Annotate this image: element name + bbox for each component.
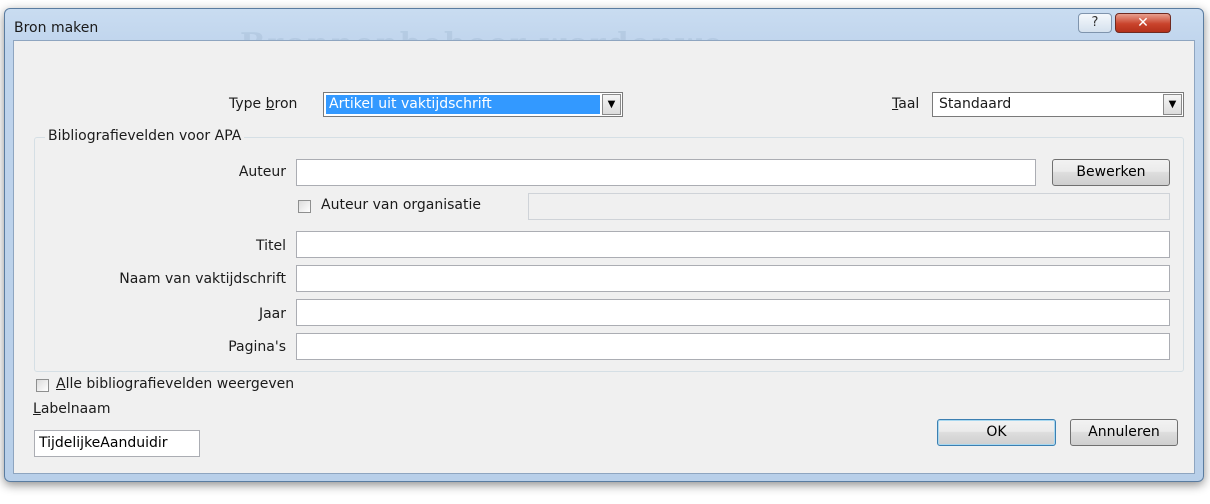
- labelnaam-label: Labelnaam: [33, 401, 111, 417]
- type-bron-select[interactable]: Artikel uit vaktijdschrift ▼: [323, 92, 623, 117]
- dialog-window: Bronnenbeheer wordenwe Bron maken ? ✕ Ty…: [4, 8, 1204, 482]
- auteur-label: Auteur: [238, 164, 286, 180]
- dialog-body: Type bron Artikel uit vaktijdschrift ▼ T…: [13, 40, 1195, 474]
- help-icon: ?: [1091, 15, 1099, 30]
- show-all-fields-checkbox[interactable]: [36, 379, 49, 392]
- taal-label: Taal: [892, 96, 920, 112]
- group-legend: Bibliografievelden voor APA: [45, 128, 245, 144]
- jaar-label: Jaar: [258, 306, 286, 322]
- close-icon: ✕: [1137, 15, 1149, 31]
- chevron-down-icon[interactable]: ▼: [1163, 94, 1182, 115]
- titel-field[interactable]: [296, 231, 1170, 258]
- auteur-organisatie-checkbox[interactable]: [298, 200, 311, 213]
- close-button[interactable]: ✕: [1115, 13, 1171, 33]
- titel-label: Titel: [255, 238, 286, 254]
- type-bron-label: Type bron: [229, 96, 298, 112]
- cancel-button[interactable]: Annuleren: [1070, 419, 1178, 446]
- paginas-field[interactable]: [296, 333, 1170, 360]
- labelnaam-field[interactable]: TijdelijkeAanduidir: [34, 430, 200, 457]
- help-button[interactable]: ?: [1078, 13, 1112, 33]
- bewerken-button[interactable]: Bewerken: [1052, 159, 1170, 186]
- auteur-field[interactable]: [296, 159, 1036, 186]
- paginas-label: Pagina's: [228, 339, 286, 355]
- organisatie-field: [528, 193, 1170, 220]
- taal-selected-value: Standaard: [939, 96, 1012, 112]
- chevron-down-icon[interactable]: ▼: [602, 94, 621, 115]
- type-bron-selected-value: Artikel uit vaktijdschrift: [326, 95, 600, 114]
- dialog-title: Bron maken: [14, 20, 99, 36]
- ok-button[interactable]: OK: [937, 419, 1056, 446]
- taal-select[interactable]: Standaard ▼: [932, 92, 1184, 117]
- auteur-organisatie-label: Auteur van organisatie: [321, 197, 481, 213]
- vaktijdschrift-field[interactable]: [296, 265, 1170, 292]
- show-all-fields-label: Alle bibliografievelden weergeven: [56, 376, 295, 392]
- jaar-field[interactable]: [296, 299, 1170, 326]
- vaktijdschrift-label: Naam van vaktijdschrift: [119, 271, 286, 287]
